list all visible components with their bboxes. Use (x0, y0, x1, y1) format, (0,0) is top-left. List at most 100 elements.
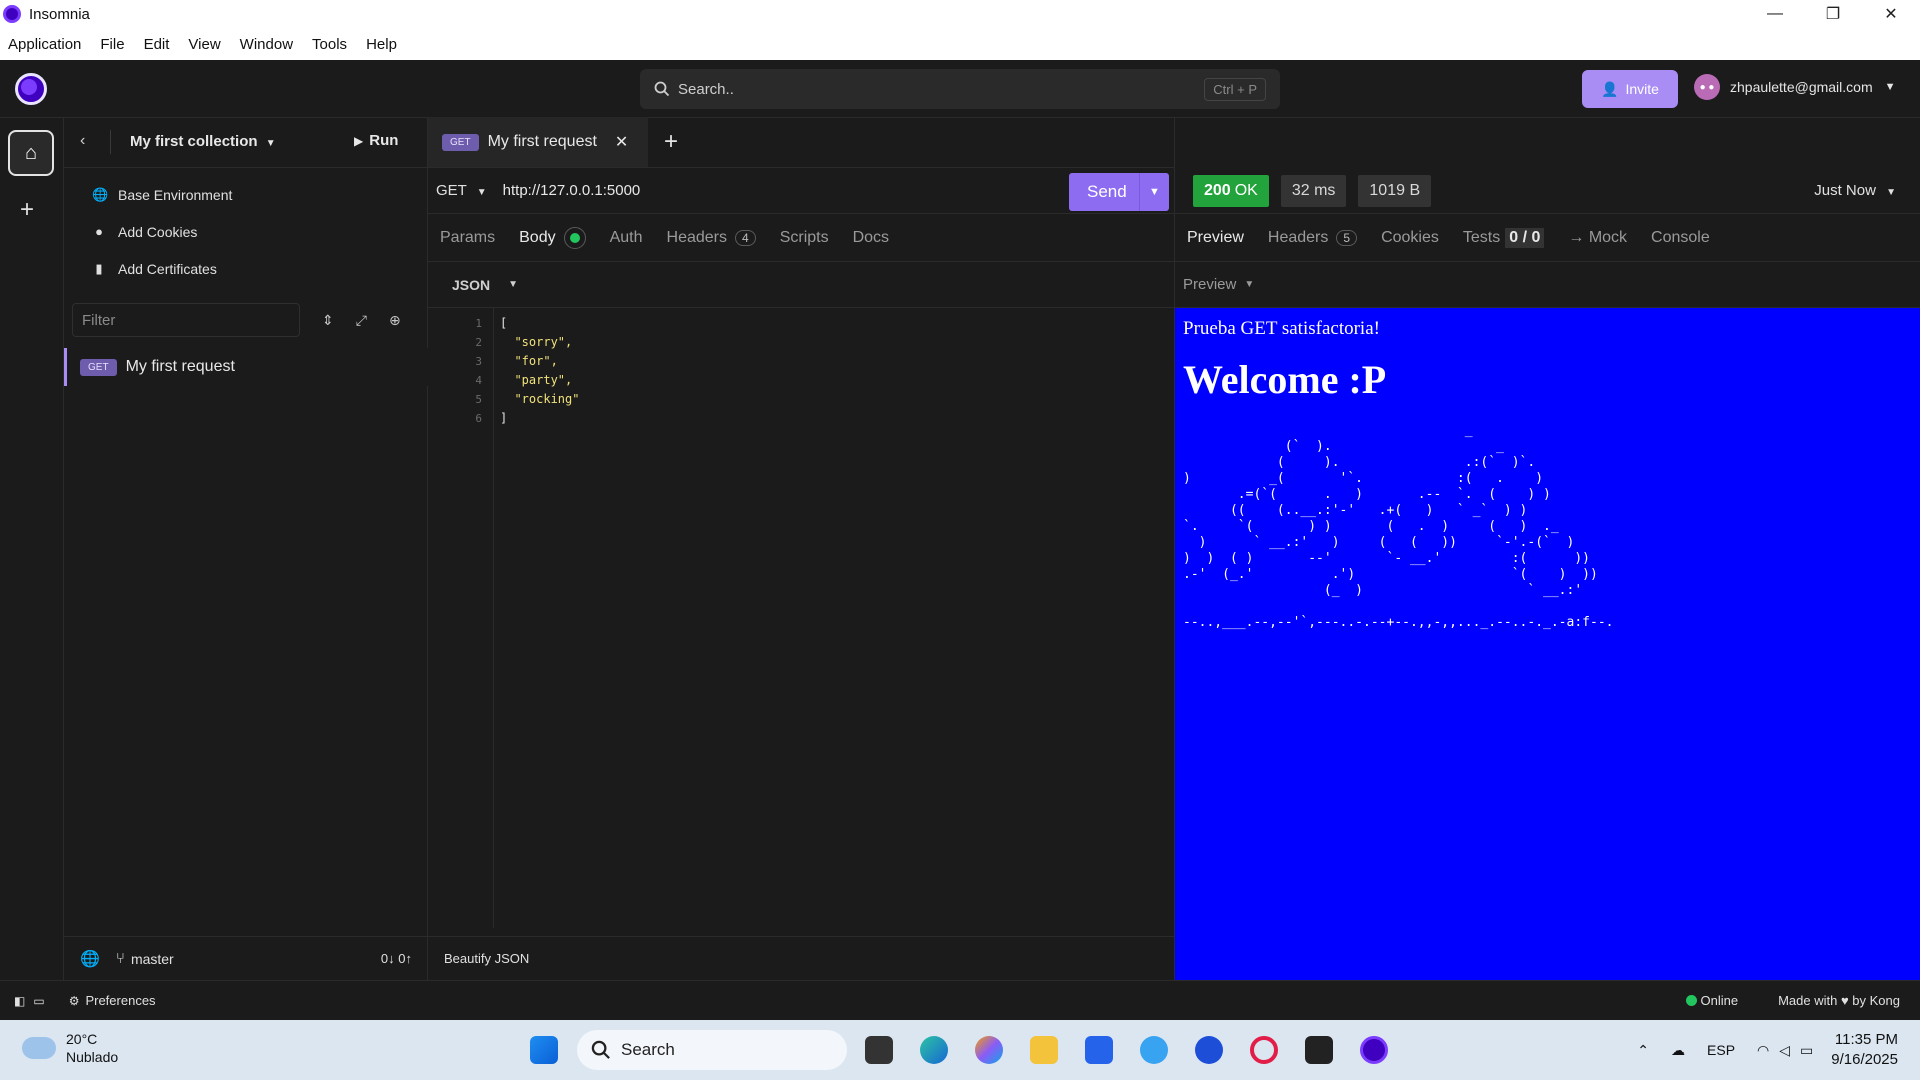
filter-input[interactable]: Filter (72, 303, 300, 337)
minimize-button[interactable]: — (1746, 0, 1804, 28)
line-number: 4 (475, 374, 482, 387)
windows-start-icon[interactable] (530, 1036, 558, 1064)
menu-file[interactable]: File (100, 36, 124, 53)
terminal-icon[interactable] (1305, 1036, 1333, 1064)
url-bar: GET ▼ http://127.0.0.1:5000 Send ▼ (428, 168, 1174, 214)
wifi-icon[interactable]: ◠ (1757, 1042, 1769, 1059)
url-input[interactable]: http://127.0.0.1:5000 (503, 182, 641, 199)
search-placeholder: Search.. (678, 80, 734, 98)
collection-name-dropdown[interactable]: My first collection ▼ (130, 133, 276, 150)
tab-tests[interactable]: Tests 0 / 0 (1462, 227, 1545, 248)
volume-icon[interactable]: ◁ (1779, 1042, 1790, 1059)
user-menu[interactable]: ● ● zhpaulette@gmail.com ▼ (1694, 74, 1896, 100)
home-button[interactable]: ⌂ (8, 130, 54, 176)
file-explorer-icon[interactable] (1030, 1036, 1058, 1064)
close-tab-icon[interactable]: ✕ (615, 132, 628, 152)
menu-application[interactable]: Application (8, 36, 81, 53)
add-certificates-link[interactable]: ▮ Add Certificates (64, 250, 427, 287)
history-dropdown[interactable]: Just Now ▼ (1814, 182, 1896, 199)
add-project-button[interactable]: + (20, 196, 34, 224)
method-select[interactable]: GET ▼ (436, 182, 487, 199)
link-label: Add Certificates (118, 260, 217, 277)
run-button[interactable]: ▶ Run (354, 132, 398, 149)
filter-placeholder: Filter (82, 311, 116, 329)
add-tab-button[interactable]: + (648, 117, 694, 167)
taskbar-search-label: Search (621, 1040, 675, 1059)
battery-icon[interactable]: ▭ (1800, 1042, 1813, 1059)
onedrive-icon[interactable]: ☁ (1671, 1042, 1685, 1059)
menu-view[interactable]: View (188, 36, 220, 53)
panel-toggle-icon[interactable]: ▭ (33, 994, 44, 1008)
weather-app-icon[interactable] (1140, 1036, 1168, 1064)
opera-icon[interactable] (1250, 1036, 1278, 1064)
restore-button[interactable]: ❐ (1804, 0, 1862, 28)
tab-response-headers[interactable]: Headers 5 (1268, 229, 1358, 247)
status-text: OK (1234, 181, 1258, 199)
request-tab[interactable]: GET My first request ✕ (428, 117, 648, 167)
menu-help[interactable]: Help (366, 36, 397, 53)
code-text: ] (500, 411, 508, 425)
tab-mock[interactable]: → Mock (1568, 229, 1627, 247)
tab-scripts[interactable]: Scripts (780, 229, 829, 247)
search-icon (591, 1040, 610, 1059)
menu-window[interactable]: Window (240, 36, 293, 53)
request-tab-bar: GET My first request ✕ + (428, 117, 1174, 168)
send-button[interactable]: Send ▼ (1069, 173, 1169, 211)
store-icon[interactable] (1085, 1036, 1113, 1064)
expand-icon[interactable]: ⤢ (356, 312, 367, 329)
made-with-label[interactable]: Made with ♥ by Kong (1778, 993, 1900, 1008)
tab-auth[interactable]: Auth (610, 229, 643, 247)
clock[interactable]: 11:35 PM 9/16/2025 (1831, 1030, 1898, 1070)
json-editor[interactable]: 1 [ 2 "sorry", 3 "for", 4 "party", 5 "roc… (428, 308, 1175, 928)
tab-headers[interactable]: Headers 4 (667, 229, 756, 247)
copilot-icon[interactable] (975, 1036, 1003, 1064)
headers-count-badge: 4 (735, 229, 756, 246)
task-view-icon[interactable] (865, 1036, 893, 1064)
sidebar-toggle-icon[interactable]: ◧ (14, 994, 25, 1008)
insomnia-taskbar-icon[interactable] (1360, 1036, 1388, 1064)
request-pane: GET My first request ✕ + GET ▼ http://12… (428, 117, 1175, 980)
add-circle-icon[interactable]: ⊕ (389, 312, 401, 329)
send-options-dropdown[interactable]: ▼ (1139, 173, 1169, 211)
window-title: Insomnia (29, 5, 90, 23)
tab-console[interactable]: Console (1651, 229, 1710, 247)
preferences-link[interactable]: Preferences (85, 993, 155, 1008)
base-environment-link[interactable]: 🌐 Base Environment (64, 176, 427, 213)
clock-date: 9/16/2025 (1831, 1051, 1898, 1068)
tab-docs[interactable]: Docs (853, 229, 889, 247)
tab-tests-label: Tests (1462, 228, 1501, 246)
home-icon: ⌂ (24, 141, 38, 164)
caret-down-icon: ▼ (508, 279, 519, 290)
invite-button[interactable]: 👤 Invite (1582, 70, 1678, 108)
app-statusbar: ◧ ▭ ⚙ Preferences Online Made with ♥ by … (0, 980, 1920, 1020)
sort-icon[interactable]: ⇕ (322, 312, 334, 329)
search-bar[interactable]: Search.. Ctrl + P (640, 69, 1280, 109)
menu-tools[interactable]: Tools (312, 36, 347, 53)
beautify-json-button[interactable]: Beautify JSON (444, 951, 529, 966)
back-chevron-icon[interactable]: ‹ (80, 132, 85, 150)
close-window-button[interactable]: ✕ (1862, 0, 1920, 28)
edge-icon[interactable] (920, 1036, 948, 1064)
preview-mode-select[interactable]: Preview ▼ (1175, 262, 1920, 308)
tab-cookies[interactable]: Cookies (1381, 229, 1439, 247)
menu-edit[interactable]: Edit (144, 36, 170, 53)
add-cookies-link[interactable]: ● Add Cookies (64, 213, 427, 250)
globe-icon[interactable]: 🌐 (80, 949, 100, 969)
branch-name[interactable]: master (131, 951, 174, 967)
weather-widget[interactable]: 20°C Nublado (22, 1030, 118, 1066)
tab-body[interactable]: Body (519, 226, 586, 249)
online-dot-icon (1685, 995, 1697, 1006)
tab-preview[interactable]: Preview (1187, 229, 1244, 247)
hp-icon[interactable] (1195, 1036, 1223, 1064)
taskbar-search[interactable]: Search (577, 1030, 847, 1070)
sidebar-request-item[interactable]: GET My first request (64, 348, 428, 386)
insomnia-logo-icon[interactable] (15, 73, 47, 105)
globe-icon: 🌐 (92, 186, 109, 202)
body-mode-select[interactable]: JSON ▼ (428, 262, 1174, 308)
response-time-badge: 32 ms (1280, 174, 1347, 207)
chevron-up-icon[interactable]: ⌃ (1637, 1042, 1649, 1059)
online-label: Online (1700, 993, 1739, 1008)
tab-params[interactable]: Params (440, 229, 495, 247)
cookie-icon: ● (95, 224, 103, 239)
language-indicator[interactable]: ESP (1707, 1042, 1735, 1058)
